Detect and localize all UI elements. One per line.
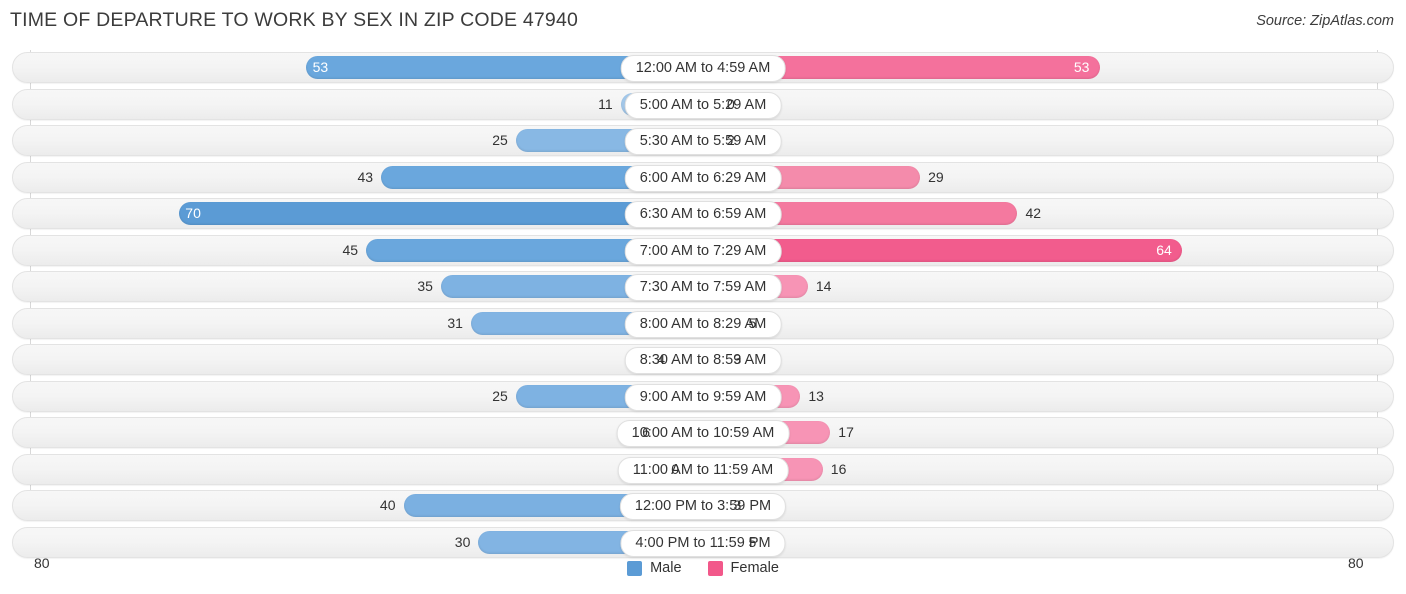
female-value-label: 29 [928,168,944,185]
male-value-label: 70 [185,205,201,221]
female-value-label: 0 [727,95,735,112]
chart-row: 25 2 5:30 AM to 5:59 AM [12,125,1394,156]
row-category-label: 12:00 PM to 3:59 PM [619,493,787,520]
male-value-label: 6 [642,424,651,440]
female-value-label: 13 [808,387,824,404]
female-value-label: 14 [815,278,832,294]
female-value-label: 64 [1156,241,1172,258]
row-category-label: 8:00 AM to 8:29 AM [624,310,782,338]
male-value-label: 25 [492,132,508,148]
row-category-label: 6:30 AM to 6:59 AM [624,201,782,228]
chart-row: 31 5 8:00 AM to 8:29 AM [12,307,1394,339]
legend-label: Female [730,560,779,576]
chart-row: 0 16 11:00 AM to 11:59 AM [12,453,1394,485]
female-value-label: 17 [838,424,854,440]
male-value-label: 53 [312,59,329,75]
chart-row: 40 3 12:00 PM to 3:59 PM [12,490,1394,521]
male-value-label: 35 [417,278,433,294]
legend-swatch-icon [627,560,643,576]
chart-row: 11 0 5:00 AM to 5:29 AM [12,88,1394,120]
legend-swatch-icon [707,560,723,576]
row-category-label: 8:30 AM to 8:59 AM [624,347,782,374]
male-value-label: 0 [671,460,679,477]
chart-row: 43 29 6:00 AM to 6:29 AM [12,161,1394,193]
row-category-label: 5:30 AM to 5:59 AM [624,128,782,155]
chart-footer: 80 80 Male Female [0,551,1406,594]
row-category-label: 5:00 AM to 5:29 AM [624,91,782,119]
chart-header: TIME OF DEPARTURE TO WORK BY SEX IN ZIP … [0,0,1406,46]
chart-row: 4 3 8:30 AM to 8:59 AM [12,344,1394,375]
row-category-label: 7:00 AM to 7:29 AM [624,237,782,265]
male-value-label: 45 [342,241,359,258]
bidirectional-bar-chart: 53 53 12:00 AM to 4:59 AM 11 0 5:00 AM to 5:2… [0,46,1406,558]
male-value-label: 30 [454,533,471,550]
row-category-label: 11:00 AM to 11:59 AM [617,456,789,484]
row-category-label: 9:00 AM to 9:59 AM [624,383,782,411]
source-attribution: Source: ZipAtlas.com [1256,13,1394,29]
chart-row: 53 53 12:00 AM to 4:59 AM [12,52,1394,83]
female-value-label: 5 [748,314,757,331]
chart-row: 6 17 10:00 AM to 10:59 AM [12,417,1394,448]
male-value-label: 25 [492,387,508,404]
male-value-label: 31 [447,314,463,331]
male-value-label: 40 [379,497,396,513]
row-category-label: 4:00 PM to 11:59 PM [620,529,786,557]
male-value-label: 43 [357,168,374,185]
row-category-label: 12:00 AM to 4:59 AM [620,55,786,82]
female-value-label: 42 [1025,205,1042,221]
page-title: TIME OF DEPARTURE TO WORK BY SEX IN ZIP … [10,9,579,31]
female-value-label: 16 [830,460,847,477]
legend-item-female[interactable]: Female [707,560,779,576]
legend-label: Male [650,560,682,576]
row-category-label: 6:00 AM to 6:29 AM [624,164,782,192]
female-value-label: 53 [1073,59,1090,75]
chart-row: 70 42 6:30 AM to 6:59 AM [12,198,1394,229]
female-value-label: 3 [733,497,742,513]
legend-item-male[interactable]: Male [627,560,682,576]
row-category-label: 7:30 AM to 7:59 AM [624,274,782,301]
chart-row: 45 64 7:00 AM to 7:29 AM [12,234,1394,266]
chart-row: 35 14 7:30 AM to 7:59 AM [12,271,1394,302]
chart-legend: Male Female [0,560,1406,576]
chart-row: 25 13 9:00 AM to 9:59 AM [12,380,1394,412]
male-value-label: 4 [657,351,666,367]
female-value-label: 3 [733,351,742,367]
female-value-label: 5 [748,533,757,550]
male-value-label: 11 [598,95,613,112]
female-value-label: 2 [727,132,735,148]
